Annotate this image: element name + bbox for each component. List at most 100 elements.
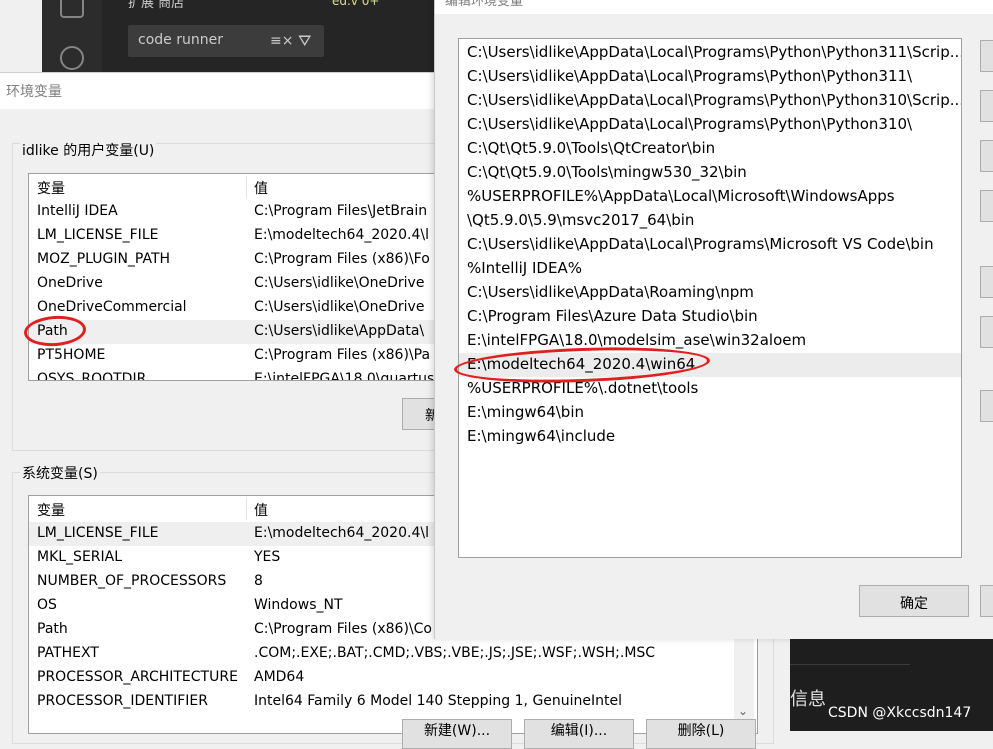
path-entry-text: C:\Users\idlike\AppData\Local\Programs\P… xyxy=(467,91,962,109)
user-rows: IntelliJ IDEA C:\Program Files\JetBrain LM… xyxy=(29,200,459,381)
files-icon[interactable] xyxy=(60,0,84,18)
list-item[interactable]: %USERPROFILE%\AppData\Local\Microsoft\Wi… xyxy=(459,185,961,209)
list-item[interactable]: C:\Users\idlike\AppData\Local\Programs\P… xyxy=(459,89,961,113)
filter-icon[interactable]: ⛛ xyxy=(298,31,311,51)
list-item[interactable]: C:\Users\idlike\AppData\Roaming\npm xyxy=(459,281,961,305)
variable-value: C:\Program Files (x86)\Pa xyxy=(254,347,431,363)
variable-value: Windows_NT xyxy=(254,597,343,613)
path-entry-text: %IntelliJ IDEA% xyxy=(467,259,582,277)
system-new-button[interactable]: 新建(W)... xyxy=(402,719,512,749)
column-value[interactable]: 值 xyxy=(254,500,268,520)
variable-value: 8 xyxy=(254,573,263,589)
table-row[interactable]: LM_LICENSE_FILE E:\modeltech64_2020.4\l xyxy=(29,224,459,248)
table-row[interactable]: OneDriveCommercial C:\Users\idlike\OneDri… xyxy=(29,296,459,320)
search-value: code runner xyxy=(138,32,223,48)
system-delete-button[interactable]: 删除(L) xyxy=(646,719,756,749)
table-row[interactable]: PT5HOME C:\Program Files (x86)\Pa xyxy=(29,344,459,368)
variable-name: MKL_SERIAL xyxy=(37,549,123,565)
table-row[interactable]: MOZ_PLUGIN_PATH C:\Program Files (x86)\Fo xyxy=(29,248,459,272)
user-vars-list[interactable]: 变量 值 IntelliJ IDEA C:\Program Files\JetBr… xyxy=(28,173,460,381)
browse-button[interactable] xyxy=(980,140,993,172)
variable-value: C:\Program Files (x86)\Fo xyxy=(254,251,430,267)
list-item[interactable]: \Qt5.9.0\5.9\msvc2017_64\bin xyxy=(459,209,961,233)
title-bar: 编辑环境变量 xyxy=(435,0,993,14)
table-row[interactable]: Path C:\Users\idlike\AppData\ xyxy=(29,320,459,344)
list-item[interactable]: C:\Qt\Qt5.9.0\Tools\QtCreator\bin xyxy=(459,137,961,161)
path-entry-text: E:\mingw64\include xyxy=(467,427,616,445)
clear-filter-icon[interactable]: ≡× xyxy=(270,33,293,49)
table-row[interactable]: PATHEXT .COM;.EXE;.BAT;.CMD;.VBS;.VBE;.JS… xyxy=(29,642,757,666)
ok-button[interactable]: 确定 xyxy=(859,585,969,617)
chevron-down-icon[interactable]: ⌄ xyxy=(738,704,748,718)
variable-name: IntelliJ IDEA xyxy=(37,203,118,219)
column-name[interactable]: 变量 xyxy=(37,500,65,520)
editor-fragment: ed.v 0+ xyxy=(332,0,380,8)
edit-text-button[interactable] xyxy=(980,390,993,422)
variable-name: LM_LICENSE_FILE xyxy=(37,227,159,243)
delete-entry-button[interactable] xyxy=(980,190,993,222)
variable-name: PROCESSOR_IDENTIFIER xyxy=(37,693,208,709)
path-entries-list[interactable]: C:\Users\idlike\AppData\Local\Programs\P… xyxy=(458,38,962,558)
path-entry-text: %USERPROFILE%\AppData\Local\Microsoft\Wi… xyxy=(467,187,895,205)
list-item[interactable]: C:\Qt\Qt5.9.0\Tools\mingw530_32\bin xyxy=(459,161,961,185)
panel-text: 信息 xyxy=(790,689,826,710)
path-entry-text: C:\Users\idlike\AppData\Local\Programs\P… xyxy=(467,43,962,61)
background-dark-panel: 信息 CSDN @Xkccsdn147 xyxy=(790,639,993,731)
list-item[interactable]: E:\mingw64\bin xyxy=(459,401,961,425)
new-entry-button[interactable] xyxy=(980,40,993,72)
variable-value: Intel64 Family 6 Model 140 Stepping 1, G… xyxy=(254,693,623,709)
sidebar-title: 扩展 商店 xyxy=(128,0,185,11)
cancel-button[interactable] xyxy=(980,585,993,617)
vscode-background: 扩展 商店 code runner ≡× ⛛ ed.v 0+ xyxy=(42,0,442,72)
variable-name: PROCESSOR_ARCHITECTURE xyxy=(37,669,238,685)
list-item[interactable]: E:\intelFPGA\18.0\modelsim_ase\win32aloe… xyxy=(459,329,961,353)
variable-name: Path xyxy=(37,621,68,637)
path-entry-text: C:\Users\idlike\AppData\Local\Programs\P… xyxy=(467,115,913,133)
variable-name: PT5HOME xyxy=(37,347,106,363)
column-divider[interactable] xyxy=(246,498,247,520)
table-row[interactable]: PROCESSOR_ARCHITECTURE AMD64 xyxy=(29,666,757,690)
column-divider[interactable] xyxy=(246,176,247,198)
variable-value: .COM;.EXE;.BAT;.CMD;.VBS;.VBE;.JS;.JSE;.… xyxy=(254,645,656,661)
search-icon[interactable] xyxy=(60,46,84,70)
user-vars-label: idlike 的用户变量(U) xyxy=(20,140,157,160)
path-entry-text: E:\intelFPGA\18.0\modelsim_ase\win32aloe… xyxy=(467,331,807,349)
column-value[interactable]: 值 xyxy=(254,178,268,198)
table-row[interactable]: IntelliJ IDEA C:\Program Files\JetBrain xyxy=(29,200,459,224)
system-edit-button[interactable]: 编辑(I)... xyxy=(524,719,634,749)
edit-entry-button[interactable] xyxy=(980,90,993,122)
extension-search-input[interactable]: code runner ≡× ⛛ xyxy=(128,25,324,57)
variable-name: OneDriveCommercial xyxy=(37,299,187,315)
activity-bar xyxy=(42,0,102,72)
list-item[interactable]: %IntelliJ IDEA% xyxy=(459,257,961,281)
table-row[interactable]: OneDrive C:\Users\idlike\OneDrive xyxy=(29,272,459,296)
path-entry-text: C:\Qt\Qt5.9.0\Tools\mingw530_32\bin xyxy=(467,163,747,181)
variable-value: C:\Users\idlike\AppData\ xyxy=(254,323,425,339)
variable-name: NUMBER_OF_PROCESSORS xyxy=(37,573,227,589)
list-item[interactable]: C:\Users\idlike\AppData\Local\Programs\P… xyxy=(459,65,961,89)
variable-name: LM_LICENSE_FILE xyxy=(37,525,159,541)
variable-name: PATHEXT xyxy=(37,645,99,661)
list-header: 变量 值 xyxy=(29,174,459,200)
column-name[interactable]: 变量 xyxy=(37,178,65,198)
variable-value: C:\Program Files (x86)\Co xyxy=(254,621,432,637)
list-item[interactable]: C:\Users\idlike\AppData\Local\Programs\M… xyxy=(459,233,961,257)
variable-value: E:\intelFPGA\18.0\quartus xyxy=(254,371,435,381)
move-up-button[interactable] xyxy=(980,266,993,298)
list-item[interactable]: C:\Users\idlike\AppData\Local\Programs\P… xyxy=(459,41,961,65)
variable-value: AMD64 xyxy=(254,669,305,685)
path-entry-text: C:\Users\idlike\AppData\Local\Programs\M… xyxy=(467,235,934,253)
move-down-button[interactable] xyxy=(980,316,993,348)
system-vars-label: 系统变量(S) xyxy=(20,463,100,483)
list-item[interactable]: E:\mingw64\include xyxy=(459,425,961,449)
path-entry-text: \Qt5.9.0\5.9\msvc2017_64\bin xyxy=(467,211,695,229)
list-item[interactable]: C:\Users\idlike\AppData\Local\Programs\P… xyxy=(459,113,961,137)
table-row[interactable]: QSYS_ROOTDIR E:\intelFPGA\18.0\quartus xyxy=(29,368,459,381)
variable-value: YES xyxy=(254,549,281,565)
dialog-title: 编辑环境变量 xyxy=(445,0,524,9)
variable-name: QSYS_ROOTDIR xyxy=(37,371,147,381)
variable-value: E:\modeltech64_2020.4\l xyxy=(254,525,429,541)
list-item[interactable]: C:\Program Files\Azure Data Studio\bin xyxy=(459,305,961,329)
table-row[interactable]: PROCESSOR_IDENTIFIER Intel64 Family 6 Mod… xyxy=(29,690,757,714)
variable-value: C:\Users\idlike\OneDrive xyxy=(254,275,425,291)
